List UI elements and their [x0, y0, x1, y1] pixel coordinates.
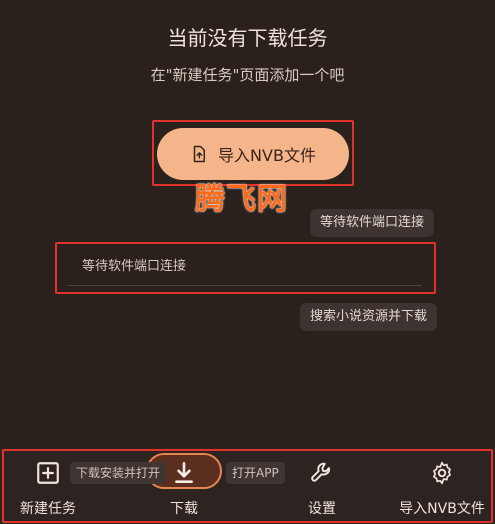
tooltip-open-app: 打开APP [226, 462, 285, 484]
nav-label-download: 下载 [170, 501, 198, 517]
nav-item-download[interactable]: 下载 [150, 452, 218, 522]
nav-item-import-nvb[interactable]: 导入NVB文件 [392, 452, 492, 522]
empty-state-title: 当前没有下载任务 [167, 26, 328, 50]
nav-item-settings[interactable]: 设置 [290, 452, 354, 522]
plus-square-icon [37, 462, 59, 484]
tooltip-search-sources: 搜索小说资源并下载 [300, 303, 438, 331]
import-nvb-button-label: 导入NVB文件 [218, 146, 316, 165]
wrench-icon [311, 462, 331, 482]
empty-state-subtitle: 在"新建任务"页面添加一个吧 [150, 66, 345, 84]
nav-label-import-nvb: 导入NVB文件 [399, 501, 485, 517]
file-upload-icon [193, 145, 206, 163]
nav-label-new-task: 新建任务 [20, 501, 76, 517]
nav-label-settings: 设置 [308, 501, 336, 517]
import-nvb-button[interactable]: 导入NVB文件 [157, 128, 349, 180]
gear-icon [433, 461, 451, 485]
watermark-logo: 腾飞网 [195, 182, 288, 217]
connection-status-field[interactable]: 等待软件端口连接 [68, 252, 422, 286]
tooltip-connection-wait: 等待软件端口连接 [310, 209, 435, 237]
download-icon [175, 461, 193, 483]
